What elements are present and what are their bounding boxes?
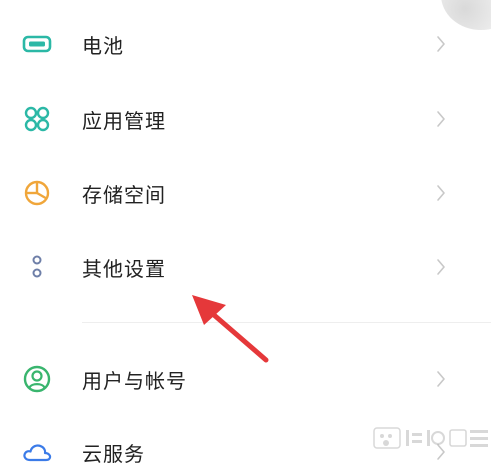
chevron-right-icon	[433, 32, 449, 56]
battery-icon	[20, 27, 54, 61]
baidu-jingyan-logo	[373, 427, 488, 449]
settings-item-label: 应用管理	[82, 108, 166, 133]
chevron-right-icon	[433, 107, 449, 131]
chevron-right-icon	[433, 255, 449, 279]
settings-item-label: 存储空间	[82, 182, 166, 207]
settings-item-label: 电池	[82, 33, 124, 58]
more-settings-icon	[20, 250, 54, 284]
settings-item-battery[interactable]: 电池	[0, 14, 491, 74]
chevron-right-icon	[433, 181, 449, 205]
settings-item-storage[interactable]: 存储空间	[0, 163, 491, 223]
user-account-icon	[20, 362, 54, 396]
settings-item-app-management[interactable]: 应用管理	[0, 89, 491, 149]
red-pointer-arrow-icon	[192, 295, 269, 363]
app-grid-icon	[20, 102, 54, 136]
settings-item-label: 用户与帐号	[82, 368, 187, 393]
settings-screen: 电池 应用管理 存储空间 其他设置 用户与帐号 云服务	[0, 0, 491, 467]
section-divider	[82, 322, 491, 323]
cloud-icon	[20, 435, 54, 467]
chevron-right-icon	[433, 367, 449, 391]
settings-item-label: 云服务	[82, 441, 145, 466]
storage-pie-icon	[20, 176, 54, 210]
settings-item-label: 其他设置	[82, 256, 166, 281]
